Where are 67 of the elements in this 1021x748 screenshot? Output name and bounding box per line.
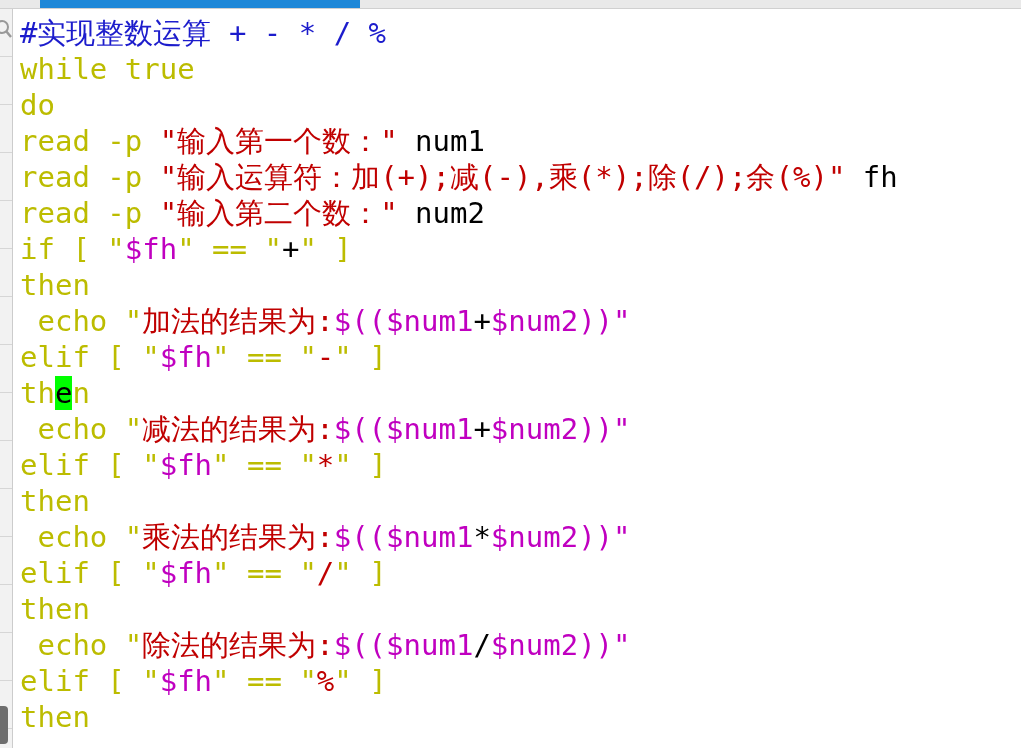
code-token: $num2))": [490, 304, 631, 338]
search-icon[interactable]: [0, 19, 12, 39]
code-token: n: [72, 376, 90, 410]
code-token: $fh: [159, 556, 213, 590]
code-token: " ]: [334, 340, 387, 374]
code-token: $(($num1: [333, 628, 474, 662]
code-token: " == ": [212, 664, 317, 698]
code-token: then: [20, 484, 90, 518]
code-token: " ]: [334, 448, 387, 482]
code-token: 除法的结果为:: [142, 628, 334, 662]
code-token: $fh: [159, 664, 213, 698]
code-token: echo ": [36, 628, 143, 662]
code-token: read -p: [20, 124, 144, 158]
code-token: #实现整数运算 + - * / %: [20, 16, 387, 50]
code-token: $fh: [159, 448, 213, 482]
code-token: $(($num1: [333, 520, 474, 554]
code-token: then: [20, 592, 90, 626]
code-token: " ]: [299, 232, 352, 266]
code-token: elif [ ": [20, 664, 160, 698]
code-token: $(($num1: [333, 412, 474, 446]
code-token: $num2))": [490, 412, 631, 446]
code-token: elif [ ": [20, 556, 160, 590]
code-token: 加法的结果为:: [142, 304, 334, 338]
cursor-character: e: [54, 376, 73, 410]
code-token: $fh: [159, 340, 213, 374]
code-token: *: [316, 448, 335, 482]
tab[interactable]: [40, 0, 360, 8]
scrollbar-thumb[interactable]: [0, 706, 8, 744]
code-token: num2: [414, 196, 485, 230]
code-token: echo ": [36, 412, 143, 446]
code-token: +: [473, 304, 491, 338]
code-token: fh: [861, 160, 898, 194]
code-token: " == ": [212, 556, 317, 590]
code-token: " ]: [334, 556, 387, 590]
code-token: *: [473, 520, 491, 554]
code-token: " == ": [177, 232, 282, 266]
code-token: "输入第一个数：": [159, 124, 398, 158]
code-token: /: [316, 556, 335, 590]
code-token: if [ ": [20, 232, 125, 266]
code-token: $(($num1: [333, 304, 474, 338]
code-token: -: [316, 340, 335, 374]
code-token: +: [473, 412, 491, 446]
code-token: " == ": [212, 340, 317, 374]
code-token: echo ": [36, 520, 143, 554]
code-token: $num2))": [490, 628, 631, 662]
code-token: 减法的结果为:: [142, 412, 334, 446]
code-token: while true: [20, 52, 195, 86]
code-token: " == ": [212, 448, 317, 482]
code-token: num1: [414, 124, 485, 158]
code-token: "输入第二个数：": [159, 196, 398, 230]
code-token: 乘法的结果为:: [142, 520, 334, 554]
code-token: %: [316, 664, 335, 698]
code-token: echo ": [36, 304, 143, 338]
code-token: then: [20, 268, 90, 302]
code-token: elif [ ": [20, 448, 160, 482]
code-token: do: [20, 88, 55, 122]
code-token: then: [20, 700, 90, 734]
code-token: read -p: [20, 196, 144, 230]
code-token: /: [473, 628, 491, 662]
code-token: elif [ ": [20, 340, 160, 374]
code-token: $num2))": [490, 520, 631, 554]
code-token: +: [281, 232, 300, 266]
code-token: th: [20, 376, 55, 410]
code-token: $fh: [124, 232, 178, 266]
code-token: read -p: [20, 160, 144, 194]
code-token: "输入运算符：加(+);减(-),乘(*);除(/);余(%)": [159, 160, 846, 194]
code-token: " ]: [334, 664, 387, 698]
